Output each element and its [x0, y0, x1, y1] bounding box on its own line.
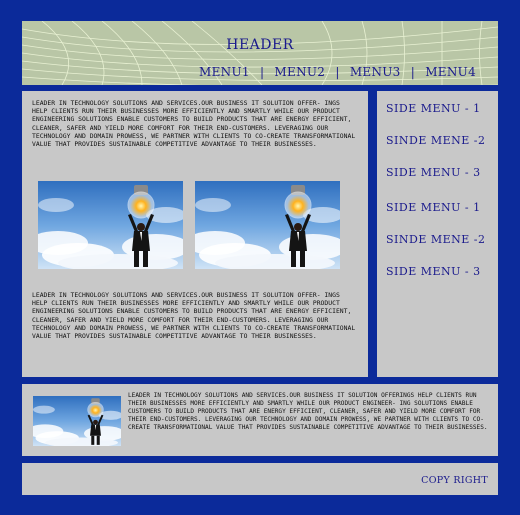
side-menu: SIDE MENU - 1 SINDE MENE -2 SIDE MENU - …: [377, 91, 498, 377]
content-paragraph-1: LEADER IN TECHNOLOGY SOLUTIONS AND SERVI…: [32, 99, 356, 149]
lower-paragraph: LEADER IN TECHNOLOGY SOLUTIONS AND SERVI…: [128, 392, 488, 431]
side-menu-item-5[interactable]: SINDE MENE -2: [386, 233, 486, 246]
nav-separator: |: [335, 65, 340, 79]
header-banner: HEADER MENU1 | MENU2 | MENU3 | MENU4: [22, 21, 498, 85]
top-navigation: MENU1 | MENU2 | MENU3 | MENU4: [199, 65, 476, 79]
side-menu-item-2[interactable]: SINDE MENE -2: [386, 134, 486, 147]
side-menu-item-6[interactable]: SIDE MENU - 3: [386, 265, 481, 278]
lightbulb-image-1: [38, 181, 183, 269]
content-paragraph-2: LEADER IN TECHNOLOGY SOLUTIONS AND SERVI…: [32, 291, 356, 341]
header-title: HEADER: [226, 37, 294, 53]
footer: COPY RIGHT: [22, 463, 498, 495]
lower-content: LEADER IN TECHNOLOGY SOLUTIONS AND SERVI…: [22, 384, 498, 456]
nav-menu-3[interactable]: MENU3: [350, 65, 401, 79]
lightbulb-image-3: [33, 396, 121, 446]
lightbulb-businessman-icon: [38, 181, 183, 269]
nav-separator: |: [259, 65, 265, 79]
nav-separator: |: [410, 65, 416, 79]
nav-menu-2[interactable]: MENU2: [274, 65, 325, 79]
nav-menu-1[interactable]: MENU1: [199, 65, 250, 79]
side-menu-item-3[interactable]: SIDE MENU - 3: [386, 166, 481, 179]
side-menu-item-4[interactable]: SIDE MENU - 1: [386, 201, 481, 214]
lightbulb-image-2: [195, 181, 340, 269]
copyright-text: COPY RIGHT: [421, 475, 488, 486]
lightbulb-businessman-icon: [195, 181, 340, 269]
side-menu-item-1[interactable]: SIDE MENU - 1: [386, 102, 481, 115]
main-content: LEADER IN TECHNOLOGY SOLUTIONS AND SERVI…: [22, 91, 368, 377]
nav-menu-4[interactable]: MENU4: [425, 65, 476, 79]
lightbulb-businessman-icon: [33, 396, 121, 446]
